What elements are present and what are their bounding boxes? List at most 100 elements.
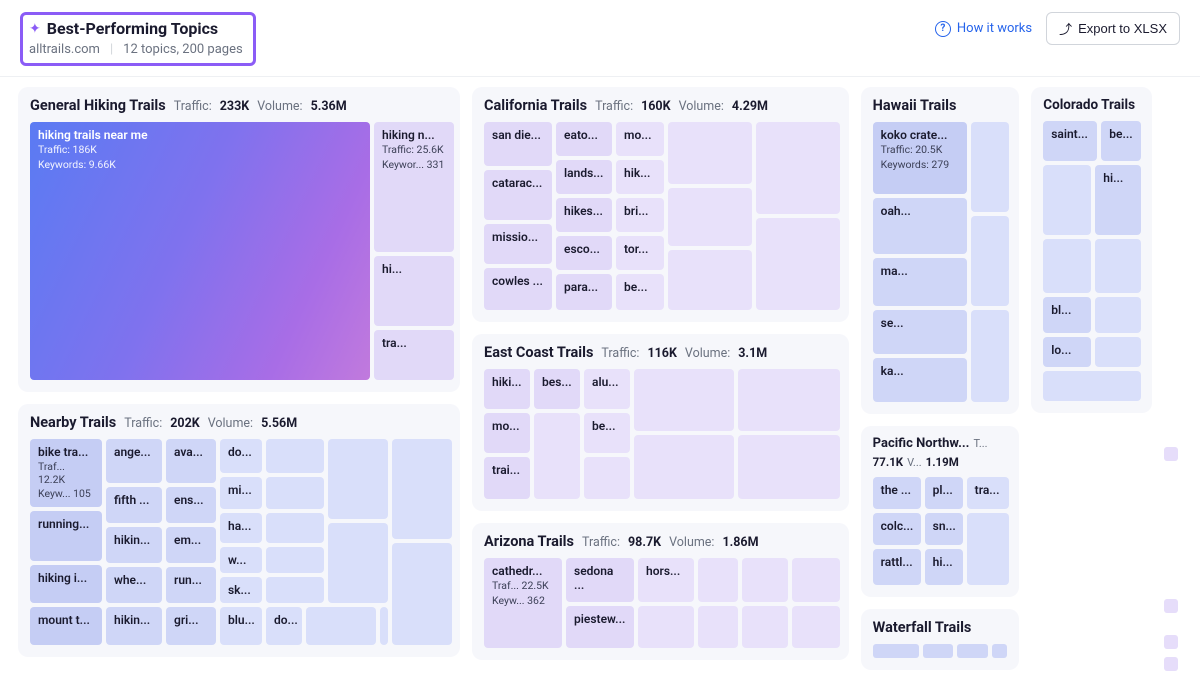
tile-blank[interactable]: [266, 513, 324, 543]
tile-bl-co[interactable]: bl...: [1043, 297, 1091, 333]
tile-blank[interactable]: [668, 188, 752, 246]
tile-blank[interactable]: [1095, 297, 1141, 333]
tile-bes[interactable]: bes...: [534, 369, 580, 409]
tile-bri[interactable]: bri...: [616, 198, 664, 232]
tile-hi[interactable]: hi...: [374, 256, 454, 326]
tile-blank[interactable]: [584, 457, 630, 499]
extra-tile[interactable]: [1164, 599, 1178, 613]
tile-hi-co[interactable]: hi...: [1095, 165, 1141, 235]
tile-colc[interactable]: colc...: [873, 513, 921, 545]
tile-blank[interactable]: [1043, 165, 1091, 235]
tile-blank[interactable]: [266, 577, 324, 603]
tile-blank[interactable]: [792, 558, 840, 602]
panel-general-hiking[interactable]: General Hiking Trails Traffic: 233K Volu…: [18, 87, 460, 392]
tile-blank[interactable]: [923, 644, 954, 658]
tile-blank[interactable]: [380, 607, 388, 645]
tile-tra[interactable]: tra...: [374, 330, 454, 380]
tile-run[interactable]: run...: [166, 567, 216, 603]
tile-ka[interactable]: ka...: [873, 358, 967, 402]
tile-trai[interactable]: trai...: [484, 457, 530, 499]
tile-rattl[interactable]: rattl...: [873, 549, 921, 585]
tile-blank[interactable]: [1043, 371, 1141, 401]
tile-sk[interactable]: sk...: [220, 577, 262, 603]
tile-ha[interactable]: ha...: [220, 513, 262, 543]
tile-hik[interactable]: hik...: [616, 160, 664, 194]
tile-blank[interactable]: [698, 558, 738, 602]
tile-hiking-trails-near-me[interactable]: hiking trails near me Traffic: 186K Keyw…: [30, 122, 370, 380]
tile-san-die[interactable]: san die...: [484, 122, 552, 166]
tile-blank[interactable]: [392, 543, 452, 645]
tile-catarac[interactable]: catarac...: [484, 170, 552, 220]
panel-california-trails[interactable]: California Trails Traffic: 160K Volume: …: [472, 87, 849, 322]
tile-blank[interactable]: [266, 439, 324, 473]
tile-eato[interactable]: eato...: [556, 122, 612, 156]
tile-do-1[interactable]: do...: [220, 439, 262, 473]
tile-blank[interactable]: [1095, 337, 1141, 367]
tile-blank[interactable]: [971, 310, 1009, 402]
tile-lands[interactable]: lands...: [556, 160, 612, 194]
tile-blank[interactable]: [668, 250, 752, 310]
tile-mount-t[interactable]: mount t...: [30, 607, 102, 645]
tile-oah[interactable]: oah...: [873, 198, 967, 254]
panel-arizona-trails[interactable]: Arizona Trails Traffic: 98.7K Volume: 1.…: [472, 523, 849, 660]
tile-hiking-n[interactable]: hiking n... Traffic: 25.6K Keywor... 331: [374, 122, 454, 252]
tile-blank[interactable]: [992, 644, 1007, 658]
tile-blank[interactable]: [306, 607, 376, 645]
tile-ange[interactable]: ange...: [106, 439, 162, 483]
tile-the[interactable]: the ...: [873, 477, 921, 509]
tile-blank[interactable]: [742, 606, 788, 648]
tile-blank[interactable]: [971, 216, 1009, 306]
tile-para[interactable]: para...: [556, 274, 612, 310]
tile-blank[interactable]: [756, 218, 840, 310]
panel-pacific-northwest[interactable]: Pacific Northw... T... 77.1K V... 1.19M …: [861, 426, 1020, 597]
tile-saint[interactable]: saint...: [1043, 121, 1097, 161]
panel-hawaii-trails[interactable]: Hawaii Trails koko crate... Traffic: 20.…: [861, 87, 1020, 414]
tile-hikin-1[interactable]: hikin...: [106, 527, 162, 563]
tile-sedona[interactable]: sedona ...: [566, 558, 634, 602]
tile-hi-p[interactable]: hi...: [925, 549, 963, 585]
tile-ma[interactable]: ma...: [873, 258, 967, 306]
tile-sn[interactable]: sn...: [925, 513, 963, 545]
tile-ava[interactable]: ava...: [166, 439, 216, 483]
tile-se[interactable]: se...: [873, 310, 967, 354]
tile-do-2[interactable]: do...: [266, 607, 302, 645]
tile-blank[interactable]: [634, 369, 734, 431]
extra-tile[interactable]: [1164, 635, 1178, 649]
tile-blank[interactable]: [668, 122, 752, 184]
extra-tile[interactable]: [1164, 447, 1178, 461]
tile-esco[interactable]: esco...: [556, 236, 612, 270]
tile-blank[interactable]: [971, 122, 1009, 212]
tile-cathedr[interactable]: cathedr... Traf... 22.5K Keyw... 362: [484, 558, 562, 648]
tile-blank[interactable]: [957, 644, 988, 658]
tile-w[interactable]: w...: [220, 547, 262, 573]
tile-blu[interactable]: blu...: [220, 607, 262, 645]
tile-tra-p[interactable]: tra...: [967, 477, 1009, 509]
tile-blank[interactable]: [392, 439, 452, 539]
tile-hors[interactable]: hors...: [638, 558, 694, 602]
how-it-works-link[interactable]: ? How it works: [935, 21, 1032, 37]
tile-blank[interactable]: [328, 523, 388, 603]
tile-blank[interactable]: [742, 558, 788, 602]
tile-em[interactable]: em...: [166, 527, 216, 563]
tile-be-ec[interactable]: be...: [584, 413, 630, 453]
tile-blank[interactable]: [328, 439, 388, 519]
panel-east-coast-trails[interactable]: East Coast Trails Traffic: 116K Volume: …: [472, 334, 849, 511]
tile-blank[interactable]: [873, 644, 919, 658]
tile-koko-crate[interactable]: koko crate... Traffic: 20.5K Keywords: 2…: [873, 122, 967, 194]
tile-pl[interactable]: pl...: [925, 477, 963, 509]
panel-waterfall-trails[interactable]: Waterfall Trails: [861, 609, 1020, 670]
tile-hiki[interactable]: hiki...: [484, 369, 530, 409]
tile-blank[interactable]: [698, 606, 738, 648]
tile-mo-ec[interactable]: mo...: [484, 413, 530, 453]
tile-cowles[interactable]: cowles ...: [484, 268, 552, 310]
tile-lo-co[interactable]: lo...: [1043, 337, 1091, 367]
tile-alu[interactable]: alu...: [584, 369, 630, 409]
tile-be[interactable]: be...: [616, 274, 664, 310]
tile-blank[interactable]: [967, 513, 1009, 585]
tile-be-co[interactable]: be...: [1101, 121, 1141, 161]
tile-blank[interactable]: [738, 369, 840, 431]
panel-colorado-trails[interactable]: Colorado Trails saint... be... hi... bl.…: [1031, 87, 1152, 413]
tile-bike[interactable]: bike tra... Traf... 12.2K Keyw... 105: [30, 439, 102, 507]
tile-missio[interactable]: missio...: [484, 224, 552, 264]
tile-mi[interactable]: mi...: [220, 477, 262, 509]
